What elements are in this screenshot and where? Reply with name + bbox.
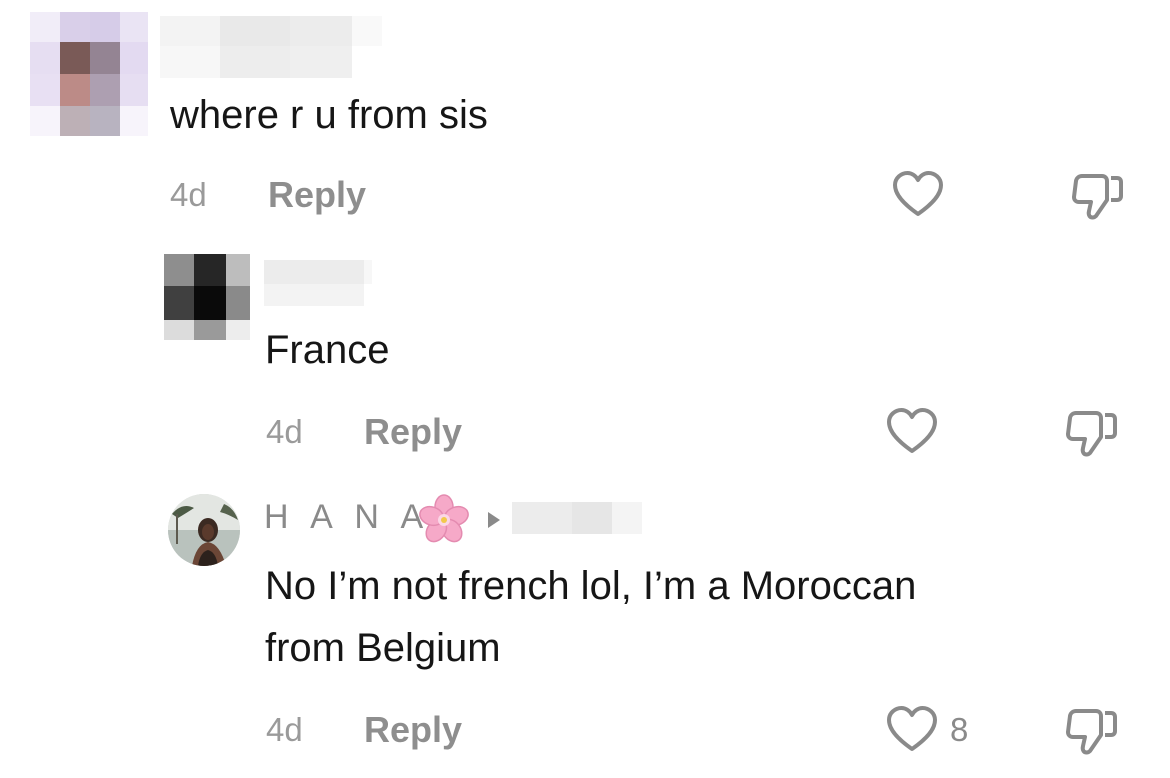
username-redacted[interactable]	[512, 502, 642, 534]
heart-outline-icon[interactable]	[886, 705, 938, 755]
comment-time: 4d	[170, 176, 207, 213]
comment-time: 4d	[266, 711, 303, 748]
comment-text: No I’m not french lol, I’m a Moroccan fr…	[265, 564, 917, 670]
reply-button[interactable]: Reply	[364, 411, 462, 453]
avatar[interactable]	[164, 254, 250, 340]
play-triangle-icon	[486, 510, 502, 530]
reply-button[interactable]: Reply	[268, 174, 366, 216]
comment-text: where r u from sis	[170, 93, 488, 137]
comment-time: 4d	[266, 413, 303, 450]
thumbs-down-icon[interactable]	[1070, 170, 1126, 222]
avatar[interactable]	[30, 12, 148, 136]
cherry-blossom-icon	[418, 494, 470, 546]
comment-text: France	[265, 328, 390, 372]
reply-button[interactable]: Reply	[364, 709, 462, 751]
username[interactable]: H A N A	[264, 498, 430, 537]
thumbs-down-icon[interactable]	[1064, 407, 1120, 459]
avatar[interactable]	[168, 494, 240, 566]
like-count: 8	[950, 711, 969, 748]
heart-outline-icon[interactable]	[886, 407, 938, 457]
username-redacted[interactable]	[264, 260, 372, 306]
username-redacted[interactable]	[160, 16, 382, 80]
heart-outline-icon[interactable]	[892, 170, 944, 220]
thumbs-down-icon[interactable]	[1064, 705, 1120, 757]
